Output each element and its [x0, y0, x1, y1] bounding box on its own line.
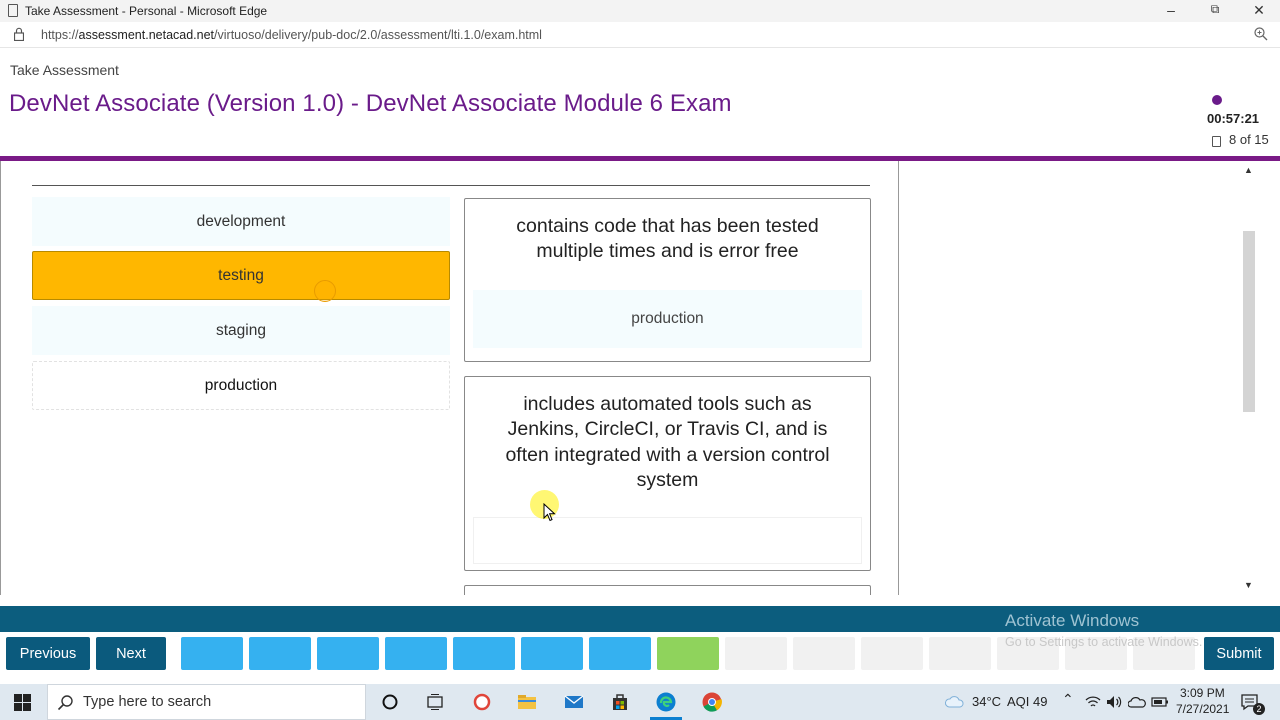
clock-icon — [1212, 95, 1222, 105]
question-nav-box-9[interactable] — [725, 637, 787, 670]
question-nav-box-4[interactable] — [385, 637, 447, 670]
click-ripple — [314, 280, 336, 302]
chrome-icon[interactable] — [701, 691, 723, 713]
mouse-cursor-icon — [543, 503, 556, 522]
file-explorer-icon[interactable] — [517, 692, 537, 712]
search-placeholder: Type here to search — [83, 694, 212, 710]
question-nav-box-3[interactable] — [317, 637, 379, 670]
option-label: production — [204, 376, 278, 394]
drag-option-testing[interactable]: testing — [32, 251, 450, 300]
chevron-up-icon[interactable]: ⌃ — [1062, 691, 1074, 708]
clock-time[interactable]: 3:09 PM — [1180, 686, 1225, 700]
taskbar-search-box[interactable]: Type here to search — [47, 684, 366, 720]
windows-taskbar: Type here to search 34°C AQI 49 ⌃ 3:09 P… — [0, 684, 1280, 720]
question-nav-box-1[interactable] — [181, 637, 243, 670]
window-title: Take Assessment - Personal - Microsoft E… — [25, 4, 268, 18]
question-nav-box-10[interactable] — [793, 637, 855, 670]
edge-browser-icon[interactable] — [655, 691, 677, 713]
page-icon — [8, 4, 18, 17]
question-count-icon — [1212, 136, 1221, 147]
target-card-1: contains code that has been tested multi… — [464, 198, 871, 362]
browser-title-bar: Take Assessment - Personal - Microsoft E… — [0, 0, 1280, 22]
restore-icon[interactable]: ⧉ — [1204, 2, 1226, 20]
windows-start-icon[interactable] — [14, 694, 31, 711]
weather-icon[interactable] — [944, 693, 966, 711]
target-card-3 — [464, 585, 871, 595]
wifi-icon[interactable] — [1085, 694, 1101, 710]
drag-option-production[interactable]: production — [32, 361, 450, 410]
question-counter: 8 of 15 — [1229, 132, 1269, 147]
mail-icon[interactable] — [564, 692, 584, 712]
exam-title: DevNet Associate (Version 1.0) - DevNet … — [9, 90, 732, 117]
search-icon — [57, 695, 73, 711]
question-nav-box-6[interactable] — [521, 637, 583, 670]
question-panel: development testing staging production c… — [0, 161, 899, 595]
option-label: development — [196, 212, 286, 230]
question-nav-box-5[interactable] — [453, 637, 515, 670]
battery-icon[interactable] — [1151, 695, 1169, 709]
dropped-answer[interactable]: production — [631, 310, 703, 328]
question-nav-box-8[interactable] — [657, 637, 719, 670]
activate-windows-subtext: Go to Settings to activate Windows. — [1005, 635, 1203, 649]
drop-zone-2[interactable] — [473, 517, 862, 564]
volume-icon[interactable] — [1106, 694, 1122, 710]
scroll-down-arrow-icon[interactable]: ▼ — [1244, 580, 1253, 590]
question-nav-box-12[interactable] — [929, 637, 991, 670]
previous-button[interactable]: Previous — [6, 637, 90, 670]
store-icon[interactable] — [610, 692, 630, 712]
url-text[interactable]: https://assessment.netacad.net/virtuoso/… — [41, 28, 542, 42]
clock-date[interactable]: 7/27/2021 — [1176, 702, 1229, 716]
close-icon[interactable]: ✕ — [1248, 2, 1270, 20]
minimize-icon[interactable]: – — [1160, 2, 1182, 20]
question-nav-box-11[interactable] — [861, 637, 923, 670]
target-card-2: includes automated tools such as Jenkins… — [464, 376, 871, 571]
onedrive-icon[interactable] — [1128, 695, 1146, 709]
drop-zone-1[interactable]: production — [473, 290, 862, 348]
question-nav-box-2[interactable] — [249, 637, 311, 670]
target-description: includes automated tools such as Jenkins… — [505, 393, 830, 492]
page-tag: Take Assessment — [10, 62, 119, 78]
question-nav-box-7[interactable] — [589, 637, 651, 670]
target-description: contains code that has been tested multi… — [516, 215, 819, 263]
cortana-icon[interactable] — [380, 692, 400, 712]
notification-badge: 2 — [1253, 703, 1265, 715]
zoom-icon[interactable] — [1253, 26, 1269, 42]
scrollbar-thumb[interactable] — [1243, 231, 1255, 412]
air-quality[interactable]: AQI 49 — [1007, 694, 1047, 709]
address-bar[interactable]: https://assessment.netacad.net/virtuoso/… — [0, 22, 1280, 48]
activate-windows-watermark: Activate Windows — [1005, 611, 1140, 630]
lock-icon[interactable] — [14, 27, 24, 41]
exam-timer: 00:57:21 — [1207, 111, 1260, 126]
drag-option-staging[interactable]: staging — [32, 306, 450, 355]
option-label: staging — [216, 321, 266, 339]
temperature[interactable]: 34°C — [972, 694, 1001, 709]
submit-button[interactable]: Submit — [1204, 637, 1274, 670]
drag-option-development[interactable]: development — [32, 197, 450, 246]
question-divider — [32, 185, 870, 186]
office-app-icon[interactable] — [472, 692, 492, 712]
task-view-icon[interactable] — [425, 692, 445, 712]
scroll-up-arrow-icon[interactable]: ▲ — [1244, 165, 1253, 175]
next-button[interactable]: Next — [96, 637, 166, 670]
option-label: testing — [218, 266, 264, 284]
